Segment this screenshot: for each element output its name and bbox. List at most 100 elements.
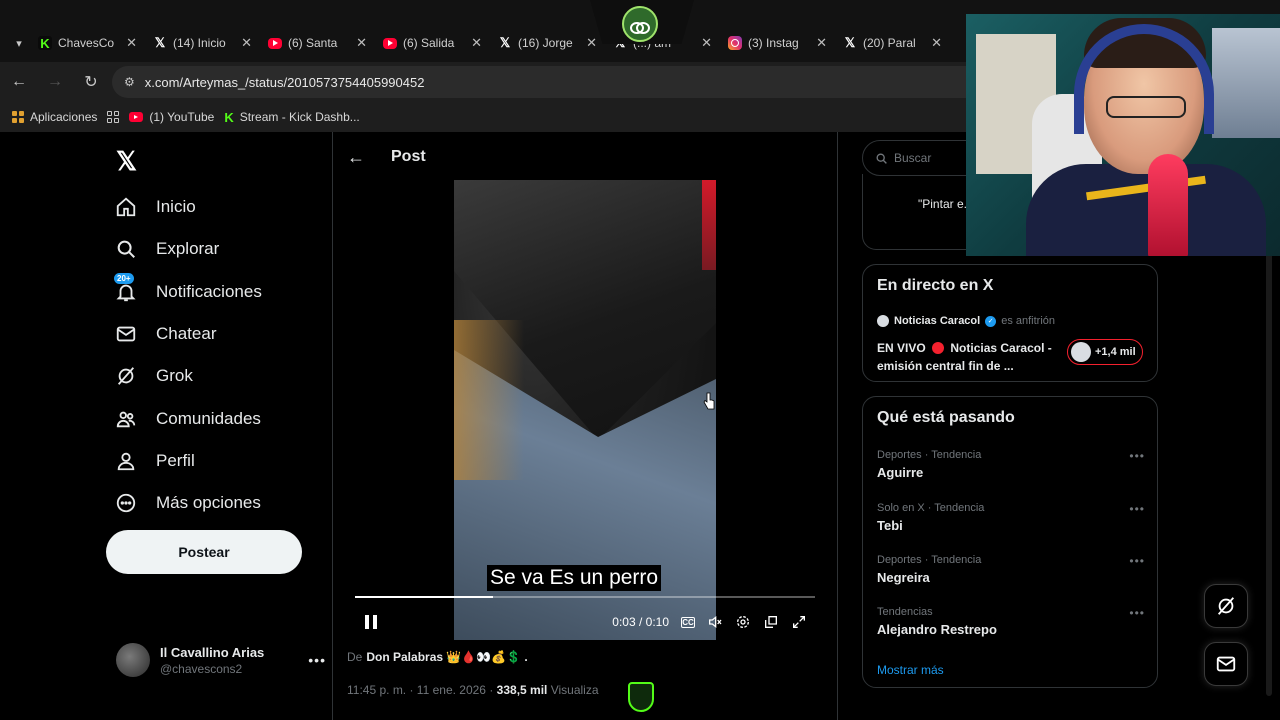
account-switcher[interactable]: Il Cavallino Arias @chavescons2 •••: [116, 640, 326, 680]
nav-item-grok[interactable]: Grok: [114, 355, 262, 397]
trend-item[interactable]: Solo en X · Tendencia Tebi •••: [877, 502, 1145, 533]
mail-icon: [1216, 656, 1236, 672]
show-more-link[interactable]: Mostrar más: [877, 663, 944, 677]
more-dots-icon[interactable]: •••: [1129, 554, 1145, 568]
pip-icon[interactable]: [757, 610, 785, 634]
nav-item-chatear[interactable]: Chatear: [114, 313, 262, 355]
messages-float-button[interactable]: [1204, 642, 1248, 686]
nav-item-comunidades[interactable]: Comunidades: [114, 397, 262, 439]
bookmark-apps[interactable]: Aplicaciones: [12, 110, 97, 124]
pause-icon[interactable]: [357, 610, 385, 634]
nav-label: Explorar: [156, 239, 220, 259]
post-views-label: Visualiza: [550, 683, 599, 697]
left-sidebar: 𝕏 Inicio Explorar 20+ Notificaciones Cha…: [104, 132, 332, 720]
video-progress-bar[interactable]: [355, 596, 815, 598]
nav-label: Chatear: [156, 324, 217, 344]
close-tab-icon[interactable]: ✕: [816, 35, 827, 51]
broadcast-avatar: [1071, 342, 1091, 362]
address-bar[interactable]: ⚙ x.com/Arteymas_/status/201057375440599…: [112, 66, 968, 98]
video-attribution: De Don Palabras 👑🩸👀💰💲 .: [347, 650, 528, 664]
close-tab-icon[interactable]: ✕: [356, 35, 367, 51]
stream-screen: ▾ K ChavesCo ✕ 𝕏 (14) Inicio ✕ (6) Santa…: [0, 0, 1280, 720]
nav-item-perfil[interactable]: Perfil: [114, 440, 262, 482]
browser-tab-x-inicio[interactable]: 𝕏 (14) Inicio ✕: [145, 29, 260, 57]
bookmark-label: Stream - Kick Dashb...: [239, 110, 360, 124]
live-prefix: EN VIVO: [877, 341, 926, 355]
live-listeners-pill[interactable]: +1,4 mil: [1067, 339, 1143, 365]
tab-title: (20) Paral: [863, 36, 916, 50]
trend-context: Tendencias: [877, 606, 933, 618]
more-circle-icon: [114, 491, 138, 515]
close-tab-icon[interactable]: ✕: [126, 35, 137, 51]
nav-item-notificaciones[interactable]: 20+ Notificaciones: [114, 271, 262, 313]
site-settings-icon[interactable]: ⚙: [124, 75, 135, 89]
browser-tab-x-jorge[interactable]: 𝕏 (16) Jorge ✕: [490, 29, 605, 57]
fullscreen-icon[interactable]: [785, 610, 813, 634]
x-logo-icon: 𝕏: [499, 35, 511, 50]
forward-arrow-icon[interactable]: →: [38, 65, 72, 99]
captions-icon[interactable]: CC: [681, 616, 695, 628]
live-broadcast-title[interactable]: EN VIVO Noticias Caracol - emisión centr…: [877, 339, 1057, 375]
trend-name: Aguirre: [877, 465, 924, 480]
mail-icon: [114, 322, 138, 346]
post-button[interactable]: Postear: [106, 530, 302, 574]
primary-nav: Inicio Explorar 20+ Notificaciones Chate…: [114, 186, 262, 524]
browser-tab-instagram[interactable]: (3) Instag ✕: [720, 29, 835, 57]
trend-item[interactable]: Tendencias Alejandro Restrepo •••: [877, 606, 1145, 637]
bookmark-all-apps[interactable]: [107, 111, 120, 123]
stream-badge-icon: [628, 682, 654, 712]
person-icon: [114, 449, 138, 473]
more-dots-icon[interactable]: •••: [308, 652, 326, 668]
video-time: 0:03 / 0:10: [612, 615, 669, 629]
nav-label: Notificaciones: [156, 281, 262, 301]
search-placeholder: Buscar: [894, 151, 932, 165]
post-timestamp[interactable]: 11:45 p. m. · 11 ene. 2026 ·: [347, 683, 493, 697]
grok-float-button[interactable]: [1204, 584, 1248, 628]
close-tab-icon[interactable]: ✕: [471, 35, 482, 51]
bookmark-youtube[interactable]: (1) YouTube: [129, 110, 214, 124]
close-tab-icon[interactable]: ✕: [931, 35, 942, 51]
browser-tab-youtube-salida[interactable]: (6) Salida ✕: [375, 29, 490, 57]
search-icon: [876, 152, 887, 164]
browser-tab-youtube-santa[interactable]: (6) Santa ✕: [260, 29, 375, 57]
nav-item-explorar[interactable]: Explorar: [114, 228, 262, 270]
more-dots-icon[interactable]: •••: [1129, 502, 1145, 516]
youtube-icon: [268, 37, 282, 49]
bookmark-kick-dashboard[interactable]: K Stream - Kick Dashb...: [224, 110, 359, 125]
more-dots-icon[interactable]: •••: [1129, 606, 1145, 620]
trend-item[interactable]: Deportes · Tendencia Aguirre •••: [877, 449, 1145, 480]
close-tab-icon[interactable]: ✕: [586, 35, 597, 51]
trend-context: Deportes · Tendencia: [877, 449, 982, 461]
live-host[interactable]: Noticias Caracol ✓ es anfitrión: [877, 315, 1157, 327]
back-arrow-icon[interactable]: ←: [2, 65, 36, 99]
trend-context: Solo en X · Tendencia: [877, 502, 985, 514]
browser-tab-kick[interactable]: K ChavesCo ✕: [30, 29, 145, 57]
host-name: Noticias Caracol: [894, 315, 981, 327]
browser-tab-x-paral[interactable]: 𝕏 (20) Paral ✕: [835, 29, 950, 57]
search-icon: [114, 237, 138, 261]
people-icon: [114, 407, 138, 431]
trend-name: Negreira: [877, 570, 930, 585]
live-card-title: En directo en X: [877, 277, 994, 294]
settings-gear-icon[interactable]: [729, 610, 757, 634]
nav-item-inicio[interactable]: Inicio: [114, 186, 262, 228]
bookmark-label: Aplicaciones: [30, 110, 98, 124]
back-arrow-icon[interactable]: ←: [347, 147, 365, 168]
tab-search-chevron-icon[interactable]: ▾: [8, 29, 30, 57]
video-player[interactable]: Se va Es un perro 0:03 / 0:10 CC: [347, 180, 823, 640]
mute-icon[interactable]: [701, 610, 729, 634]
verified-badge-icon: ✓: [985, 315, 997, 327]
trend-item[interactable]: Deportes · Tendencia Negreira •••: [877, 554, 1145, 585]
url-text[interactable]: x.com/Arteymas_/status/20105737544059904…: [145, 75, 425, 90]
more-dots-icon[interactable]: •••: [1129, 449, 1145, 463]
video-content-warm: [454, 320, 524, 480]
close-tab-icon[interactable]: ✕: [241, 35, 252, 51]
reload-icon[interactable]: ↻: [74, 65, 108, 99]
tab-strip: ▾ K ChavesCo ✕ 𝕏 (14) Inicio ✕ (6) Santa…: [8, 28, 950, 58]
account-handle: @chavescons2: [160, 661, 243, 676]
x-home-logo-icon[interactable]: 𝕏: [116, 146, 137, 177]
attribution-author-link[interactable]: Don Palabras 👑🩸👀💰💲 .: [366, 650, 527, 664]
account-text: Il Cavallino Arias @chavescons2: [160, 645, 298, 676]
nav-item-mas-opciones[interactable]: Más opciones: [114, 482, 262, 524]
close-tab-icon[interactable]: ✕: [701, 35, 712, 51]
